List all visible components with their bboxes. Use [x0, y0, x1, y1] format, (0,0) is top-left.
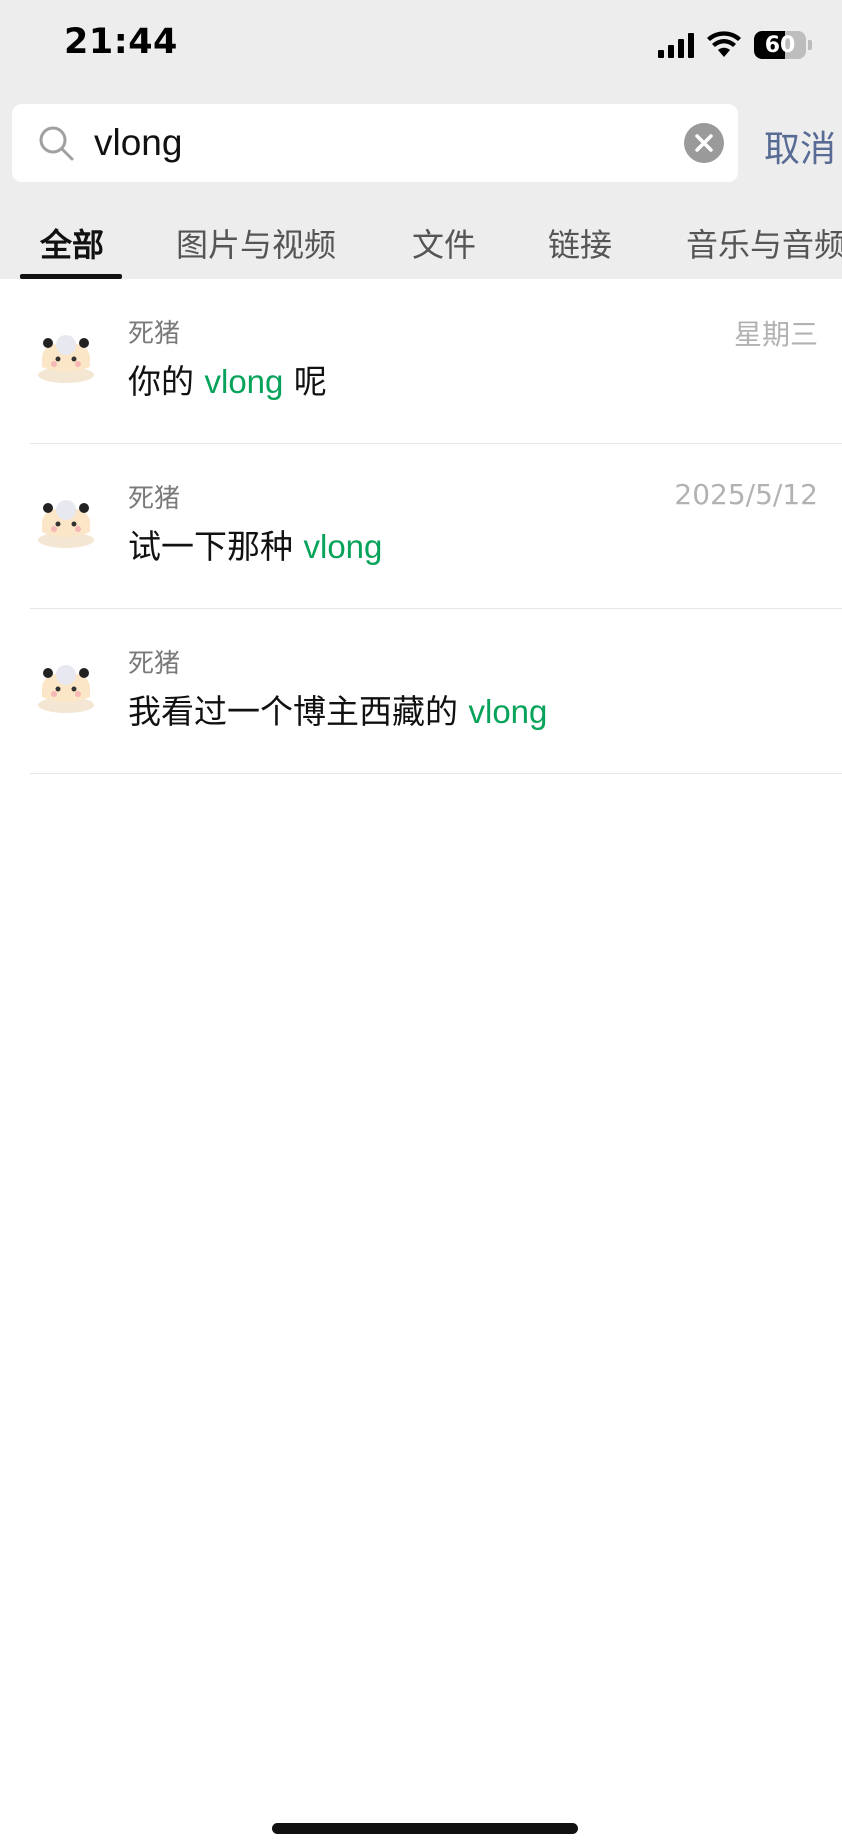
message-text-after: 呢 [283, 362, 327, 401]
battery-icon: 60 [754, 31, 806, 59]
message-text: 试一下那种 vlong [128, 520, 382, 568]
sender-name: 死猪 [128, 649, 181, 679]
tab-music-audio[interactable]: 音乐与音频 [686, 220, 842, 266]
tab-links[interactable]: 链接 [548, 220, 612, 266]
message-date: 星期三 [733, 318, 818, 351]
header-area: 21:44 60 vlong 取消 全部 图片与视频 文件 链接 音乐与音频 [0, 0, 842, 279]
status-icons: 60 [658, 28, 812, 62]
avatar [38, 665, 94, 713]
message-text-before: 你的 [128, 362, 205, 401]
message-text: 你的 vlong 呢 [128, 355, 327, 403]
tab-files[interactable]: 文件 [412, 220, 476, 266]
avatar [38, 500, 94, 548]
search-input[interactable] [94, 104, 654, 182]
list-item[interactable]: 死猪 我看过一个博主西藏的 vlong [0, 609, 842, 774]
message-highlight: vlong [303, 528, 383, 565]
battery-level: 60 [764, 32, 796, 58]
search-box[interactable] [12, 104, 738, 182]
battery-cap [808, 40, 812, 50]
status-bar: 21:44 60 [0, 0, 842, 90]
home-indicator[interactable] [272, 1823, 578, 1834]
cancel-button[interactable]: 取消 [764, 120, 836, 172]
message-date: 2025/5/12 [674, 478, 818, 511]
divider [30, 773, 842, 774]
search-icon [39, 126, 74, 161]
list-item[interactable]: 死猪 星期三 你的 vlong 呢 [0, 279, 842, 444]
message-highlight: vlong [204, 363, 284, 400]
clear-icon[interactable] [684, 123, 724, 163]
status-time: 21:44 [64, 22, 178, 62]
wifi-icon [707, 31, 741, 57]
tab-all[interactable]: 全部 [40, 220, 104, 266]
signal-bars-icon [658, 32, 694, 58]
sender-name: 死猪 [128, 319, 181, 349]
list-item[interactable]: 死猪 2025/5/12 试一下那种 vlong [0, 444, 842, 609]
search-results: 死猪 星期三 你的 vlong 呢 死猪 2025/5/12 试一下那种 vlo… [0, 279, 842, 774]
message-highlight: vlong [468, 693, 548, 730]
tab-images-videos[interactable]: 图片与视频 [176, 220, 336, 266]
filter-tabs: 全部 图片与视频 文件 链接 音乐与音频 [0, 210, 842, 279]
message-text-before: 试一下那种 [128, 527, 304, 566]
message-text-before: 我看过一个博主西藏的 [128, 692, 469, 731]
message-text: 我看过一个博主西藏的 vlong [128, 685, 547, 733]
sender-name: 死猪 [128, 484, 181, 514]
avatar [38, 335, 94, 383]
search-row: 取消 [12, 104, 842, 182]
